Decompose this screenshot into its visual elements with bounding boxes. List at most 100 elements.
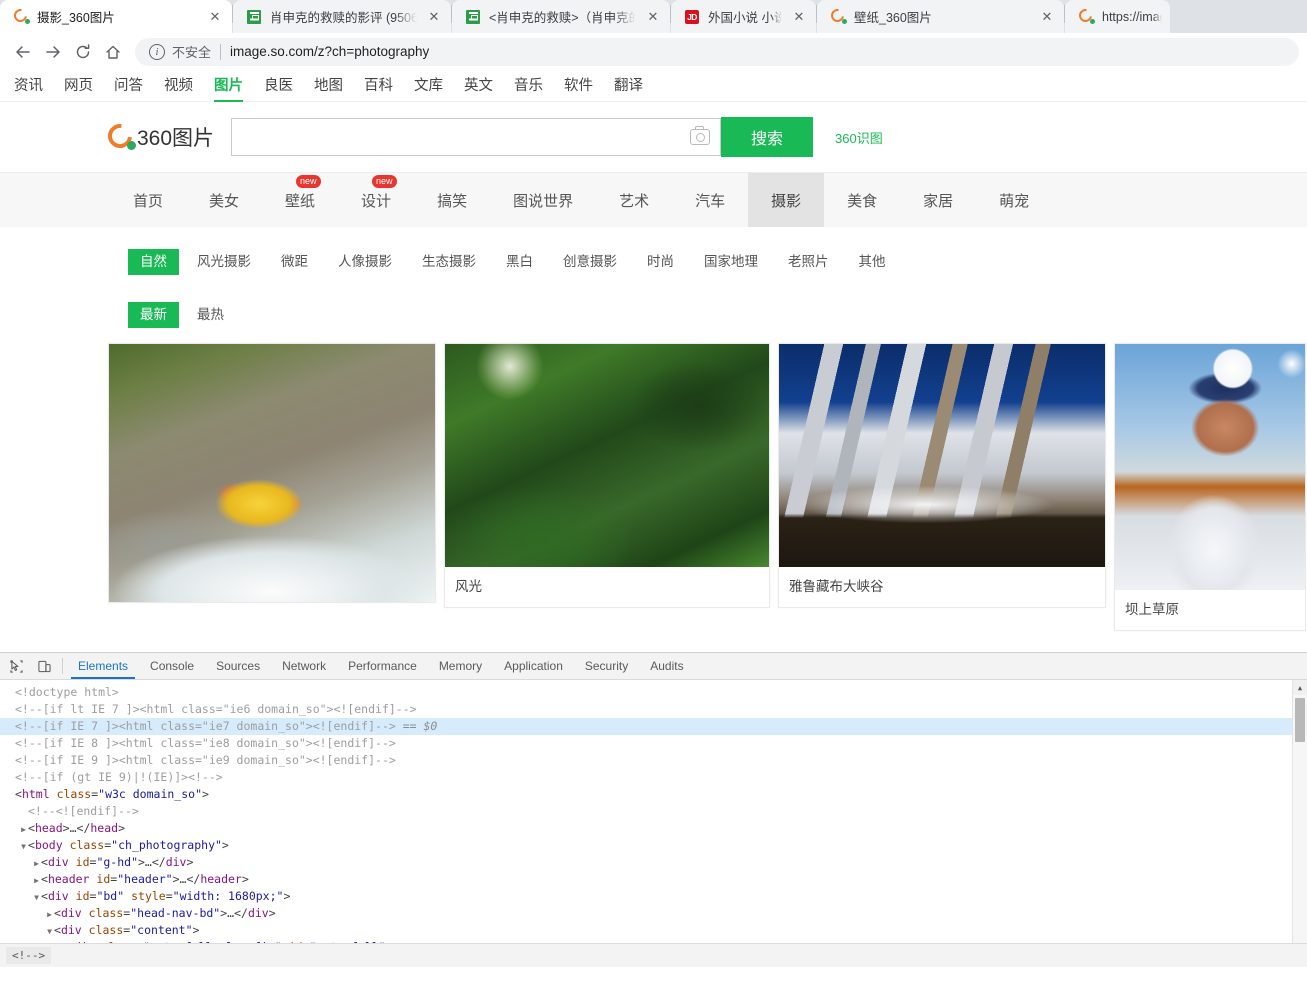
info-icon[interactable]: i [149,43,165,60]
filter-chip-4[interactable]: 生态摄影 [410,249,488,275]
dom-tree[interactable]: <!doctype html> <!--[if lt IE 7 ]><html c… [0,680,1307,967]
topnav-item-1[interactable]: 网页 [64,70,93,102]
topnav-item-5[interactable]: 良医 [264,70,293,102]
category-tab-7[interactable]: 汽车 [672,173,748,227]
category-tab-0[interactable]: 首页 [110,173,186,227]
topnav-item-6[interactable]: 地图 [314,70,343,102]
dom-node-row[interactable]: <!--<![endif]--> [0,803,1307,820]
dom-node-row[interactable]: <!--[if IE 7 ]><html class="ie7 domain_s… [0,718,1307,735]
inspect-cursor-icon[interactable] [2,653,30,679]
category-tab-5[interactable]: 图说世界 [490,173,596,227]
dom-node-row[interactable]: ▼ <body class="ch_photography"> [0,837,1307,854]
search-input[interactable] [242,119,691,155]
filter-chip-2[interactable]: 微距 [269,249,320,275]
image-card[interactable]: 坝上草原 [1114,343,1306,631]
topnav-item-10[interactable]: 音乐 [514,70,543,102]
category-tab-10[interactable]: 家居 [900,173,976,227]
device-toolbar-icon[interactable] [30,653,58,679]
browser-tab[interactable]: 肖申克的救赎的影评 (9506) ✕ [233,0,451,33]
dom-node-row[interactable]: ▶ <div id="g-hd">…</div> [0,854,1307,871]
category-tab-4[interactable]: 搞笑 [414,173,490,227]
reload-icon[interactable] [68,37,98,67]
topnav-item-11[interactable]: 软件 [564,70,593,102]
topnav-item-8[interactable]: 文库 [414,70,443,102]
url-text[interactable]: image.so.com/z?ch=photography [230,44,429,59]
filter-chip-1[interactable]: 风光摄影 [185,249,263,275]
devtools-tab-sources[interactable]: Sources [205,653,271,679]
devtools-scrollbar[interactable]: ▲ ▼ [1292,680,1307,967]
breadcrumb-item-0[interactable]: <!--> [6,947,52,964]
dom-node-row[interactable]: ▶ <div class="head-nav-bd">…</div> [0,905,1307,922]
back-arrow-icon[interactable] [8,37,38,67]
topnav-item-0[interactable]: 资讯 [14,70,43,102]
filter-chip-7[interactable]: 时尚 [635,249,686,275]
search-button[interactable]: 搜索 [721,117,814,157]
dom-node-row[interactable]: <!--[if lt IE 7 ]><html class="ie6 domai… [0,701,1307,718]
image-thumbnail[interactable] [445,344,769,567]
devtools-tab-audits[interactable]: Audits [639,653,694,679]
image-card[interactable] [108,343,436,603]
dom-node-row[interactable]: ▼ <div id="bd" style="width: 1680px;"> [0,888,1307,905]
tab-close-icon[interactable]: ✕ [644,8,662,26]
filter-chip-9[interactable]: 老照片 [776,249,841,275]
filter-chip-8[interactable]: 国家地理 [692,249,770,275]
devtools-tab-performance[interactable]: Performance [337,653,428,679]
browser-tab[interactable]: 壁纸_360图片 ✕ [817,0,1064,33]
dom-node-row[interactable]: ▼ <div class="content"> [0,922,1307,939]
topnav-item-2[interactable]: 问答 [114,70,143,102]
image-thumbnail[interactable] [109,344,435,602]
category-tab-11[interactable]: 萌宠 [976,173,1052,227]
dom-node-row[interactable]: ▶ <header id="header">…</header> [0,871,1307,888]
search-box[interactable] [231,118,722,156]
filter-chip-3[interactable]: 人像摄影 [326,249,404,275]
image-card[interactable]: 风光 [444,343,770,608]
browser-tab[interactable]: JD 外国小说 小说 图书【行情 价格 ✕ [671,0,816,33]
category-tab-6[interactable]: 艺术 [596,173,672,227]
filter-chip-0[interactable]: 自然 [128,249,179,275]
tab-close-icon[interactable]: ✕ [790,8,808,26]
filter-chip-6[interactable]: 创意摄影 [551,249,629,275]
topnav-item-3[interactable]: 视频 [164,70,193,102]
dom-node-row[interactable]: <!doctype html> [0,684,1307,701]
devtools-tab-elements[interactable]: Elements [67,653,139,679]
category-tab-1[interactable]: 美女 [186,173,262,227]
image-thumbnail[interactable] [1115,344,1305,590]
image-thumbnail[interactable] [779,344,1105,567]
home-icon[interactable] [98,37,128,67]
sort-chip-0[interactable]: 最新 [128,302,179,328]
topnav-item-7[interactable]: 百科 [364,70,393,102]
forward-arrow-icon[interactable] [38,37,68,67]
sort-chip-1[interactable]: 最热 [185,302,236,328]
image-card[interactable]: 雅鲁藏布大峡谷 [778,343,1106,608]
devtools-tab-network[interactable]: Network [271,653,337,679]
scrollbar-thumb[interactable] [1295,698,1305,742]
shitu-link[interactable]: 360识图 [835,128,883,147]
topnav-item-4[interactable]: 图片 [214,70,243,102]
filter-chip-10[interactable]: 其他 [847,249,898,275]
dom-node-row[interactable]: <!--[if IE 8 ]><html class="ie8 domain_s… [0,735,1307,752]
devtools-tab-console[interactable]: Console [139,653,205,679]
category-tab-8[interactable]: 摄影 [748,173,825,227]
category-tab-2[interactable]: new 壁纸 [262,173,338,227]
dom-node-row[interactable]: <!--[if IE 9 ]><html class="ie9 domain_s… [0,752,1307,769]
topnav-item-9[interactable]: 英文 [464,70,493,102]
browser-tab[interactable]: https://image [1065,0,1170,33]
filter-chip-5[interactable]: 黑白 [494,249,545,275]
address-bar[interactable]: i 不安全 image.so.com/z?ch=photography [135,37,1299,66]
tab-close-icon[interactable]: ✕ [206,8,224,26]
devtools-tab-application[interactable]: Application [493,653,574,679]
scroll-up-arrow[interactable]: ▲ [1293,680,1307,695]
dom-node-row[interactable]: <html class="w3c domain_so"> [0,786,1307,803]
site-logo[interactable]: 360图片 [103,119,214,153]
browser-tab[interactable]: <肖申克的救赎>（肖申克的救赎 ✕ [452,0,670,33]
topnav-item-12[interactable]: 翻译 [614,70,643,102]
devtools-tab-memory[interactable]: Memory [428,653,493,679]
browser-tab[interactable]: 摄影_360图片 ✕ [0,0,232,33]
dom-node-row[interactable]: ▶ <head>…</head> [0,820,1307,837]
tab-close-icon[interactable]: ✕ [425,8,443,26]
dom-node-row[interactable]: <!--[if (gt IE 9)|!(IE)]><!--> [0,769,1307,786]
devtools-tab-security[interactable]: Security [574,653,639,679]
camera-icon[interactable] [690,126,711,145]
category-tab-3[interactable]: new 设计 [338,173,414,227]
tab-close-icon[interactable]: ✕ [1038,8,1056,26]
